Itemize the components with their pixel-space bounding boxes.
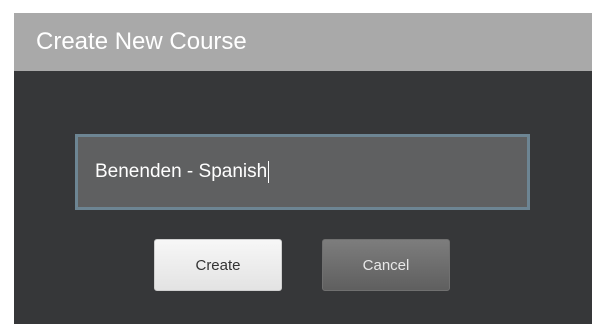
create-button[interactable]: Create bbox=[154, 239, 282, 291]
dialog-titlebar: Create New Course bbox=[14, 13, 592, 71]
cancel-button[interactable]: Cancel bbox=[322, 239, 450, 291]
cancel-button-label: Cancel bbox=[362, 256, 410, 274]
text-caret bbox=[268, 161, 270, 183]
dialog-title: Create New Course bbox=[36, 28, 247, 55]
course-name-value: Benenden - Spanish bbox=[95, 161, 268, 182]
create-course-dialog: Create New Course Benenden - Spanish Cre… bbox=[14, 13, 592, 324]
create-button-label: Create bbox=[195, 256, 241, 274]
course-name-input[interactable]: Benenden - Spanish bbox=[75, 134, 530, 210]
